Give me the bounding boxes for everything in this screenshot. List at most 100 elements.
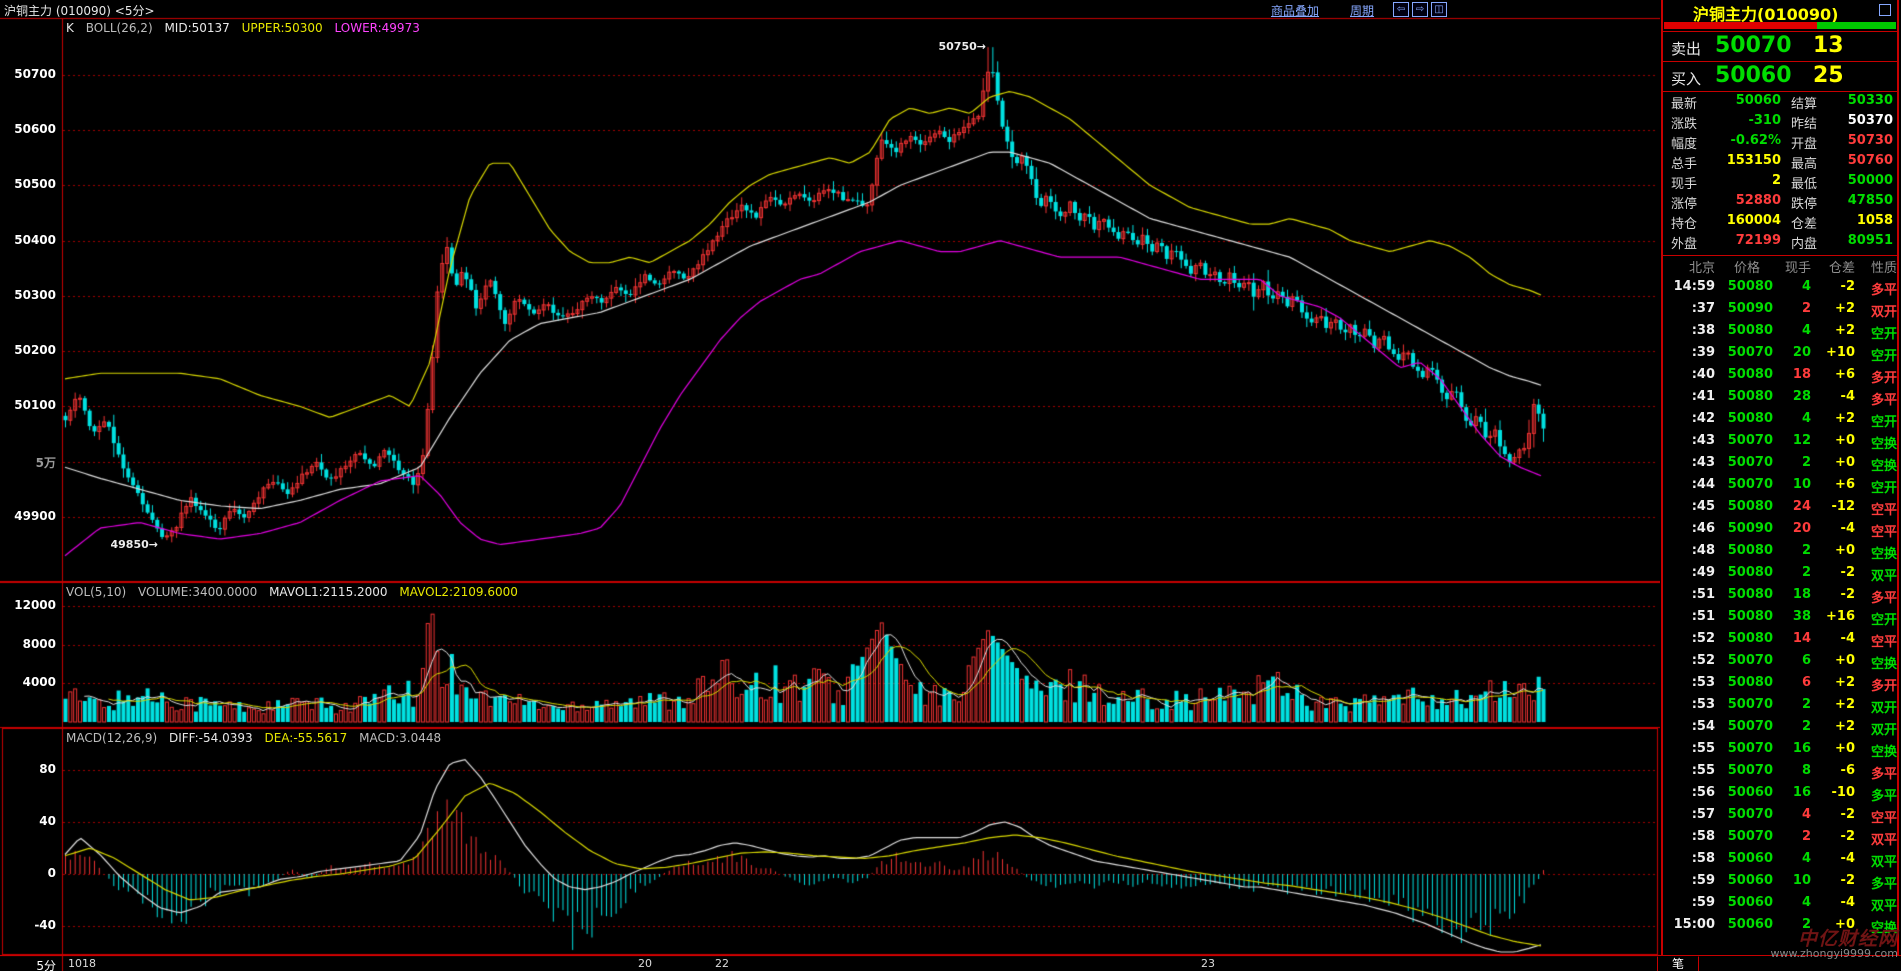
tick-cell: -4 [1813,851,1855,866]
tick-cell: +0 [1813,455,1855,470]
quote-label: 最新 [1671,93,1697,112]
tick-tab[interactable]: 笔 [1657,956,1699,971]
overlay-menu-button[interactable]: 商品叠加 [1271,2,1319,19]
tick-cell: 18 [1775,367,1811,382]
tick-cell: -2 [1813,565,1855,580]
tick-cell: :41 [1663,389,1715,404]
axis-tick-label: 12000 [0,598,56,612]
tick-cell: :53 [1663,675,1715,690]
axis-tick-label: 40 [0,814,56,828]
tick-cell: +10 [1813,345,1855,360]
tick-row: :43500702+0空换 [1663,453,1897,475]
tick-cell: :55 [1663,763,1715,778]
tick-cell: 14 [1775,631,1811,646]
tick-cell: 38 [1775,609,1811,624]
tick-cell: +6 [1813,367,1855,382]
tick-cell: 6 [1775,675,1811,690]
tick-header-cell: 性质 [1857,257,1897,276]
vol-indicator-header: VOL(5,10) VOLUME:3400.0000 MAVOL1:2115.2… [66,585,526,599]
tick-cell: -2 [1813,873,1855,888]
quote-label: 最低 [1791,173,1817,192]
tick-cell: 空换 [1857,433,1897,452]
price-annotation: 50750→ [939,40,987,53]
tick-row: :595006010-2多平 [1663,871,1897,893]
tile-windows-icon[interactable]: ◫ [1431,2,1447,17]
quote-value: 50730 [1819,133,1893,148]
kline-chart-canvas[interactable] [0,0,1660,971]
tick-row: :53500702+2双开 [1663,695,1897,717]
tick-row: :455008024-12空平 [1663,497,1897,519]
tick-row: :54500702+2双开 [1663,717,1897,739]
tick-row: :58500604-4双平 [1663,849,1897,871]
bid-price: 50060 [1715,63,1792,88]
x-axis-label: 20 [638,957,652,970]
tick-cell: :37 [1663,301,1715,316]
tick-cell: -12 [1813,499,1855,514]
tick-cell: -4 [1813,631,1855,646]
watermark: 中亿财经网 www.zhongyi9999.com [1740,929,1898,959]
tick-cell: 50090 [1721,521,1773,536]
axis-tick-label: 80 [0,762,56,776]
tick-cell: 50070 [1721,763,1773,778]
quote-value: 50370 [1819,113,1893,128]
tick-cell: :54 [1663,719,1715,734]
boll-indicator-label: BOLL(26,2) [86,21,153,35]
period-menu-button[interactable]: 周期 [1350,2,1374,19]
tick-cell: 50070 [1721,653,1773,668]
quote-row: 总手153150最高50760 [1663,153,1897,173]
tick-cell: 空开 [1857,411,1897,430]
tick-cell: -4 [1813,521,1855,536]
axis-tick-label: 50500 [0,177,56,191]
tick-header-cell: 仓差 [1813,257,1855,276]
boll-lower-value: LOWER:49973 [335,21,420,35]
tick-cell: 空开 [1857,323,1897,342]
tick-cell: :40 [1663,367,1715,382]
tick-row: :465009020-4空平 [1663,519,1897,541]
tick-row: :57500704-2空平 [1663,805,1897,827]
quote-label: 昨结 [1791,113,1817,132]
quote-label: 幅度 [1671,133,1697,152]
tick-cell: :42 [1663,411,1715,426]
tick-cell: 16 [1775,741,1811,756]
quote-value: 52880 [1699,193,1781,208]
watermark-logo: 中亿财经网 [1740,929,1898,949]
tick-cell: 多平 [1857,873,1897,892]
tick-cell: 4 [1775,895,1811,910]
tick-row: :49500802-2双平 [1663,563,1897,585]
tick-cell: 双平 [1857,895,1897,914]
axis-tick-label: 0 [0,866,56,880]
axis-tick-label: 50600 [0,122,56,136]
axis-tick-label: 50400 [0,233,56,247]
tick-cell: -4 [1813,389,1855,404]
period-tab[interactable]: 5分 [0,957,56,971]
ask-row[interactable]: 卖出 50070 13 [1663,33,1897,61]
quote-label: 结算 [1791,93,1817,112]
ask-price: 50070 [1715,33,1792,58]
tick-cell: 2 [1775,543,1811,558]
forward-arrow-icon[interactable]: ⇨ [1412,2,1428,17]
quote-value: 2 [1699,173,1781,188]
tick-cell: 50080 [1721,631,1773,646]
tick-cell: +2 [1813,697,1855,712]
quote-value: 72199 [1699,233,1781,248]
tick-list[interactable]: 14:59500804-2多平:37500902+2双开:38500804+2空… [1663,277,1897,937]
tick-cell: +2 [1813,675,1855,690]
quote-value: -310 [1699,113,1781,128]
tick-cell: 50080 [1721,389,1773,404]
tick-cell: -2 [1813,587,1855,602]
axis-tick-label: -40 [0,918,56,932]
quote-row: 涨停52880跌停47850 [1663,193,1897,213]
axis-tick-label: 8000 [0,637,56,651]
tick-cell: 多开 [1857,367,1897,386]
tick-cell: 14:59 [1663,279,1715,294]
tick-cell: +0 [1813,433,1855,448]
tick-cell: 4 [1775,323,1811,338]
quote-value: 160004 [1699,213,1781,228]
bid-row[interactable]: 买入 50060 25 [1663,63,1897,91]
tick-header-cell: 现手 [1775,257,1811,276]
tick-cell: 50070 [1721,345,1773,360]
back-arrow-icon[interactable]: ⇦ [1393,2,1409,17]
tick-cell: :59 [1663,873,1715,888]
restore-window-icon[interactable] [1879,4,1891,16]
tick-cell: :59 [1663,895,1715,910]
